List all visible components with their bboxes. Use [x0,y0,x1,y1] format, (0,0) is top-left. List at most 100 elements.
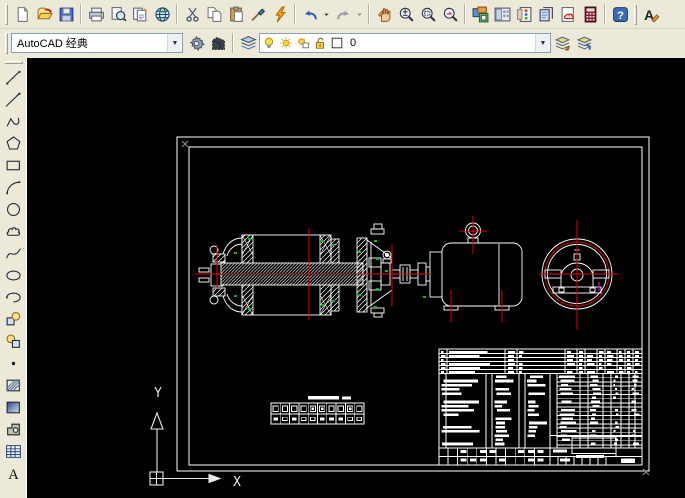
paste-button[interactable] [225,3,247,25]
construction-line-icon [5,91,22,108]
toolbar-grip[interactable] [634,4,637,25]
ellipse-button[interactable] [2,264,24,286]
plot-preview-icon [110,6,127,23]
sun-on-icon [279,36,293,50]
workspace-settings-button[interactable] [185,32,207,54]
toolbar-grip[interactable] [5,4,8,25]
chevron-down-icon[interactable]: ▼ [167,34,182,52]
revcloud-button[interactable] [2,220,24,242]
sun-on-icon [279,36,294,51]
redo-button[interactable] [332,3,354,25]
mill-assembly[interactable] [199,224,430,317]
designcenter-button[interactable] [491,3,513,25]
properties-button[interactable] [469,3,491,25]
quickcalc-button[interactable] [579,3,601,25]
motor-side-view[interactable] [430,223,522,310]
publish-button[interactable] [129,3,151,25]
workspace-combo[interactable]: AutoCAD 经典 ▼ [11,33,183,53]
plot-preview-button[interactable] [107,3,129,25]
mtext-icon: A [5,465,22,482]
tool-palettes-button[interactable] [513,3,535,25]
layer-previous-button[interactable] [573,32,595,54]
circle-button[interactable] [2,198,24,220]
block-editor-button[interactable] [269,3,291,25]
toolbar-separator [176,4,178,24]
toolbar-separator [604,4,606,24]
drawing-canvas[interactable]: Y X [27,58,685,498]
construction-line-button[interactable] [2,88,24,110]
parts-list-table[interactable] [439,349,642,465]
point-button[interactable] [2,352,24,374]
match-properties-button[interactable] [247,3,269,25]
ellipse-arc-icon [5,289,22,306]
my-workspace-button[interactable] [207,32,229,54]
undo-icon [302,6,319,23]
point-icon [5,355,22,372]
designcenter-icon [494,6,511,23]
save-button[interactable] [55,3,77,25]
help-button[interactable]: ? [609,3,631,25]
standard-toolbar: ?A [0,0,685,29]
text-style-button[interactable]: A [640,3,662,25]
layer-combo[interactable]: 0▼ [259,33,551,53]
copy-button[interactable] [203,3,225,25]
table-button[interactable] [2,440,24,462]
polygon-button[interactable] [2,132,24,154]
make-block-button[interactable] [2,330,24,352]
publish-web-button[interactable] [151,3,173,25]
ucs-x-label: X [233,475,241,490]
sheetset-manager-button[interactable] [535,3,557,25]
markup-manager-button[interactable] [557,3,579,25]
undo-menu-button[interactable] [321,3,332,25]
zoom-window-button[interactable] [417,3,439,25]
layer-properties-icon [240,35,257,52]
unlock-icon [313,36,328,51]
line-button[interactable] [2,66,24,88]
region-button[interactable] [2,418,24,440]
zoom-realtime-button[interactable] [395,3,417,25]
properties-icon [472,6,489,23]
pan-button[interactable] [373,3,395,25]
redo-icon [335,6,352,23]
toolbar-separator [464,4,466,24]
ellipse-arc-button[interactable] [2,286,24,308]
copy-icon [206,6,223,23]
plot-icon [88,6,105,23]
workspace-combo-value: AutoCAD 经典 [12,35,93,51]
layer-buttons-after [551,32,595,54]
model-space-view[interactable]: Y X [27,58,685,498]
layer-properties-button[interactable] [237,32,259,54]
gradient-button[interactable] [2,396,24,418]
insert-block-icon [5,311,22,328]
publish-web-icon [154,6,171,23]
ucs-y-label: Y [154,386,162,401]
chevron-down-icon[interactable]: ▼ [535,34,550,52]
arc-icon [5,179,22,196]
circle-icon [5,201,22,218]
spline-button[interactable] [2,242,24,264]
undo-button[interactable] [299,3,321,25]
mtext-button[interactable]: A [2,462,24,484]
rectangle-button[interactable] [2,154,24,176]
make-object-layer-current-icon [554,35,571,52]
arc-button[interactable] [2,176,24,198]
qnew-button[interactable] [11,3,33,25]
make-object-layer-current-button[interactable] [551,32,573,54]
polyline-icon [5,113,22,130]
open-button[interactable] [33,3,55,25]
polyline-button[interactable] [2,110,24,132]
my-workspace-icon [210,35,227,52]
hatch-button[interactable] [2,374,24,396]
workspace-settings-icon [188,35,205,52]
plot-button[interactable] [85,3,107,25]
redo-menu-button[interactable] [354,3,365,25]
zoom-previous-button[interactable] [439,3,461,25]
insert-block-button[interactable] [2,308,24,330]
zoom-realtime-icon [398,6,415,23]
autocad-window: ?A AutoCAD 经典 ▼ 0▼ A [0,0,685,498]
toolbar-grip[interactable] [4,61,23,64]
parameter-table[interactable] [271,396,364,424]
cut-button[interactable] [181,3,203,25]
toolbar-grip[interactable] [5,33,8,54]
qnew-icon [14,6,31,23]
